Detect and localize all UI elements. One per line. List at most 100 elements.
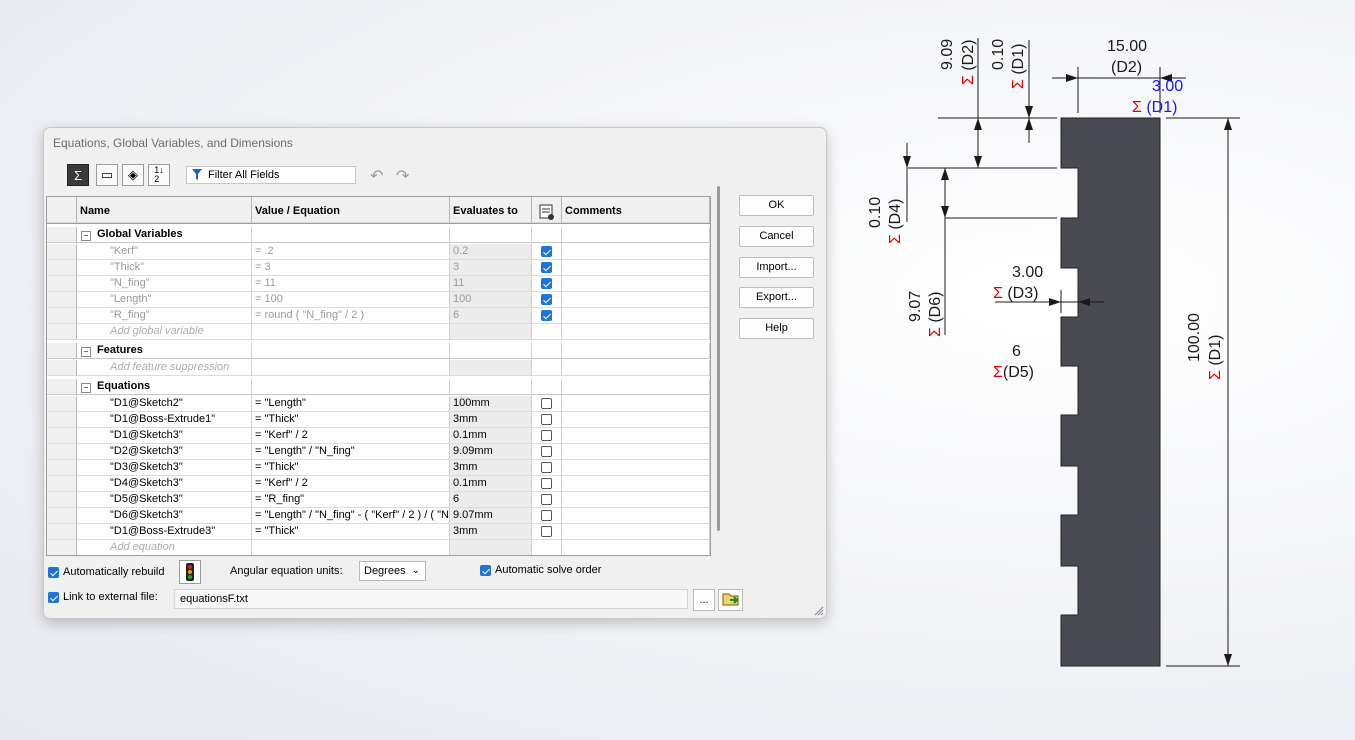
- section-row[interactable]: − Global Variables: [47, 227, 710, 243]
- comment-toggle-cell[interactable]: [532, 396, 562, 412]
- link-external-checkbox[interactable]: [48, 591, 59, 603]
- row-header[interactable]: [47, 292, 77, 308]
- table-row[interactable]: "Thick" = 33: [47, 260, 710, 276]
- value-cell[interactable]: [252, 324, 450, 340]
- export-button[interactable]: Export...: [739, 287, 814, 308]
- table-row[interactable]: "R_fing" = round ( "N_fing" / 2 ) 6: [47, 308, 710, 324]
- comment-toggle-cell[interactable]: [532, 540, 562, 555]
- auto-rebuild-checkbox[interactable]: [48, 566, 59, 578]
- row-header[interactable]: [47, 444, 77, 460]
- comments-cell[interactable]: [562, 292, 710, 308]
- dim-width-3-selected[interactable]: 3.00: [1152, 78, 1183, 96]
- row-header[interactable]: [47, 360, 77, 376]
- comments-cell[interactable]: [562, 428, 710, 444]
- value-cell[interactable]: = 11: [252, 276, 450, 292]
- collapse-icon[interactable]: −: [81, 347, 91, 357]
- dimension-view-icon[interactable]: ◈: [122, 164, 144, 186]
- table-row[interactable]: "Kerf" = .2 0.2: [47, 244, 710, 260]
- name-cell[interactable]: "D2@Sketch3": [77, 444, 252, 460]
- dim-d2-top[interactable]: 9.09: [939, 39, 957, 70]
- dim-d3[interactable]: 3.00: [1012, 264, 1043, 282]
- row-header[interactable]: [47, 308, 77, 324]
- comment-checkbox[interactable]: [541, 526, 552, 537]
- value-cell[interactable]: = round ( "N_fing" / 2 ): [252, 308, 450, 324]
- name-cell[interactable]: − Equations: [77, 379, 252, 395]
- column-header-comment-toggle[interactable]: [532, 197, 562, 223]
- comments-cell[interactable]: [562, 444, 710, 460]
- row-header[interactable]: [47, 276, 77, 292]
- table-row[interactable]: "D4@Sketch3" = "Kerf" / 2 0.1mm: [47, 476, 710, 492]
- value-cell[interactable]: = "Kerf" / 2: [252, 476, 450, 492]
- table-row[interactable]: "D1@Boss-Extrude1" = "Thick" 3mm: [47, 412, 710, 428]
- row-header[interactable]: [47, 540, 77, 555]
- filter-field[interactable]: Filter All Fields: [186, 166, 356, 184]
- name-cell[interactable]: "Kerf": [77, 244, 252, 260]
- value-cell[interactable]: = "Length": [252, 396, 450, 412]
- row-header[interactable]: [47, 460, 77, 476]
- value-cell[interactable]: = "R_fing": [252, 492, 450, 508]
- name-cell[interactable]: "D1@Sketch2": [77, 396, 252, 412]
- comments-cell[interactable]: [562, 360, 710, 376]
- comment-checkbox[interactable]: [541, 414, 552, 425]
- comment-toggle-cell[interactable]: [532, 276, 562, 292]
- table-row[interactable]: "D5@Sketch3" = "R_fing" 6: [47, 492, 710, 508]
- value-cell[interactable]: = 100: [252, 292, 450, 308]
- comment-checkbox[interactable]: [541, 310, 552, 321]
- rebuild-traffic-light-icon[interactable]: [179, 560, 201, 584]
- equation-view-icon[interactable]: Σ: [67, 164, 89, 186]
- auto-rebuild-option[interactable]: Automatically rebuild: [48, 566, 165, 578]
- comment-toggle-cell[interactable]: [532, 360, 562, 376]
- comments-cell[interactable]: [562, 308, 710, 324]
- name-cell[interactable]: "D6@Sketch3": [77, 508, 252, 524]
- open-file-button[interactable]: [718, 589, 743, 611]
- table-row[interactable]: "D1@Sketch2" = "Length" 100mm: [47, 396, 710, 412]
- dim-d1-top[interactable]: 0.10: [990, 39, 1008, 70]
- resize-grip-icon[interactable]: [813, 605, 824, 616]
- comments-cell[interactable]: [562, 524, 710, 540]
- table-row[interactable]: Add feature suppression: [47, 360, 710, 376]
- row-header[interactable]: [47, 379, 77, 395]
- name-cell[interactable]: "D5@Sketch3": [77, 492, 252, 508]
- comment-checkbox[interactable]: [541, 462, 552, 473]
- comments-cell[interactable]: [562, 343, 710, 359]
- comment-toggle-cell[interactable]: [532, 524, 562, 540]
- comment-checkbox[interactable]: [541, 430, 552, 441]
- comment-toggle-cell[interactable]: [532, 508, 562, 524]
- comment-toggle-cell[interactable]: [532, 343, 562, 359]
- import-button[interactable]: Import...: [739, 257, 814, 278]
- value-cell[interactable]: = 3: [252, 260, 450, 276]
- auto-solve-checkbox[interactable]: [480, 564, 491, 576]
- row-header[interactable]: [47, 343, 77, 359]
- link-external-option[interactable]: Link to external file:: [48, 591, 158, 603]
- sketch-equation-view-icon[interactable]: ▭: [96, 164, 118, 186]
- browse-button[interactable]: ...: [693, 589, 715, 611]
- comment-checkbox[interactable]: [541, 398, 552, 409]
- name-cell[interactable]: − Global Variables: [77, 227, 252, 243]
- comment-checkbox[interactable]: [541, 478, 552, 489]
- comment-toggle-cell[interactable]: [532, 244, 562, 260]
- section-row[interactable]: − Features: [47, 343, 710, 359]
- comments-cell[interactable]: [562, 508, 710, 524]
- value-cell[interactable]: [252, 343, 450, 359]
- name-cell[interactable]: "Thick": [77, 260, 252, 276]
- name-cell[interactable]: "D1@Boss-Extrude3": [77, 524, 252, 540]
- table-row[interactable]: "N_fing" = 11 11: [47, 276, 710, 292]
- name-cell[interactable]: "D4@Sketch3": [77, 476, 252, 492]
- comment-checkbox[interactable]: [541, 294, 552, 305]
- column-header-name[interactable]: Name: [77, 197, 252, 223]
- comment-checkbox[interactable]: [541, 246, 552, 257]
- value-cell[interactable]: = "Length" / "N_fing" - ( "Kerf" / 2 ) /…: [252, 508, 450, 524]
- comment-toggle-cell[interactable]: [532, 444, 562, 460]
- cancel-button[interactable]: Cancel: [739, 226, 814, 247]
- comments-cell[interactable]: [562, 379, 710, 395]
- name-cell[interactable]: "R_fing": [77, 308, 252, 324]
- dim-width-15[interactable]: 15.00: [1107, 38, 1147, 56]
- row-header[interactable]: [47, 524, 77, 540]
- ordered-view-icon[interactable]: 1↓ 2: [148, 164, 170, 186]
- name-cell[interactable]: "D1@Boss-Extrude1": [77, 412, 252, 428]
- collapse-icon[interactable]: −: [81, 231, 91, 241]
- table-row[interactable]: "Length" = 100 100: [47, 292, 710, 308]
- vertical-scrollbar[interactable]: [717, 186, 720, 531]
- column-header-comments[interactable]: Comments: [562, 197, 710, 223]
- row-header[interactable]: [47, 396, 77, 412]
